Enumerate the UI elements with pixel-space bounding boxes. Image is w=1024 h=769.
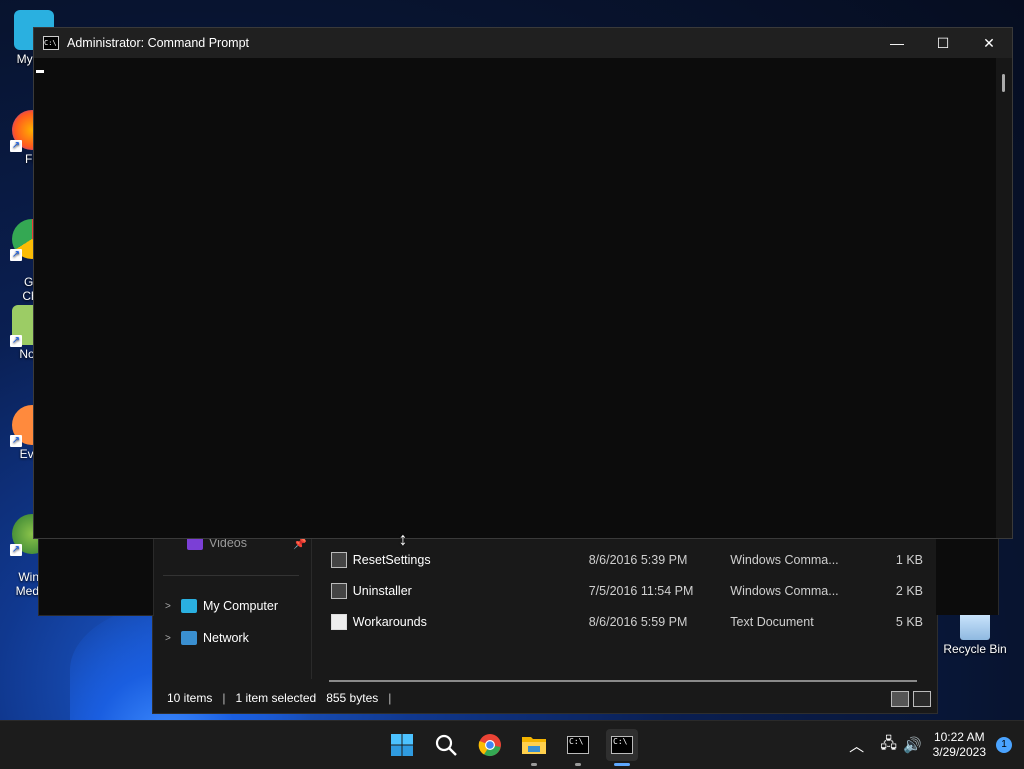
folder-icon	[522, 737, 546, 754]
system-tray: ︿ 🖧 🔊 10:22 AM 3/29/2023 1	[845, 721, 1024, 769]
running-indicator	[531, 763, 537, 766]
chevron-up-icon[interactable]: ︿	[845, 735, 869, 756]
file-type: Text Document	[730, 615, 814, 629]
chrome-icon	[478, 734, 501, 757]
window-controls: — ☐ ✕	[874, 28, 1012, 58]
console-window-ghost	[38, 537, 154, 616]
desktop-icon-recycle-bin[interactable]: Recycle Bin	[940, 612, 1010, 656]
network-status-icon[interactable]: 🖧	[877, 733, 901, 758]
chevron-right-icon[interactable]: >	[165, 633, 181, 644]
shortcut-arrow-icon: ↗	[10, 435, 22, 447]
search-button[interactable]	[430, 729, 462, 761]
window-title: Administrator: Command Prompt	[67, 36, 250, 50]
command-prompt-icon: C:\	[567, 736, 589, 754]
taskbar-file-explorer[interactable]	[518, 729, 550, 766]
file-date: 8/6/2016 5:59 PM	[588, 615, 688, 629]
notification-badge[interactable]: 1	[996, 737, 1012, 753]
nav-divider	[163, 575, 299, 576]
status-separator: |	[388, 691, 392, 705]
command-prompt-icon: C:\	[611, 736, 633, 754]
active-indicator	[614, 763, 630, 766]
file-explorer-window: Videos 📌 > My Computer > Network ResetSe…	[152, 520, 938, 714]
file-row[interactable]: ResetSettings 8/6/2016 5:39 PM Windows C…	[323, 549, 923, 571]
shortcut-arrow-icon: ↗	[10, 544, 22, 556]
shortcut-arrow-icon: ↗	[10, 335, 22, 347]
taskbar-command-prompt[interactable]: C:\	[562, 729, 594, 766]
file-row[interactable]: Workarounds 8/6/2016 5:59 PM Text Docume…	[323, 611, 923, 633]
file-size: 5 KB	[895, 615, 923, 629]
status-bar: 10 items | 1 item selected 855 bytes |	[167, 691, 391, 705]
network-icon	[181, 631, 197, 645]
status-separator: |	[222, 691, 226, 705]
resize-vertical-cursor-icon: ↕	[398, 529, 408, 549]
start-button[interactable]	[386, 729, 418, 761]
console-output[interactable]	[34, 58, 996, 538]
file-name: Uninstaller	[352, 584, 412, 598]
clock-time: 10:22 AM	[933, 730, 985, 744]
file-date: 8/6/2016 5:39 PM	[588, 553, 688, 567]
clock-date: 3/29/2023	[932, 745, 986, 759]
batch-file-icon	[331, 552, 347, 568]
command-prompt-window[interactable]: C:\ Administrator: Command Prompt — ☐ ✕	[33, 27, 1013, 539]
file-size: 2 KB	[895, 584, 923, 598]
clock[interactable]: 10:22 AM 3/29/2023	[933, 730, 986, 760]
details-view-button[interactable]	[891, 691, 909, 707]
batch-file-icon	[331, 583, 347, 599]
shortcut-arrow-icon: ↗	[10, 140, 22, 152]
large-icons-view-button[interactable]	[913, 691, 931, 707]
file-name: Workarounds	[352, 615, 427, 629]
close-button[interactable]: ✕	[966, 28, 1012, 58]
file-name: ResetSettings	[352, 553, 431, 567]
navigation-pane: Videos 📌 > My Computer > Network	[153, 521, 312, 679]
close-icon: ✕	[983, 34, 995, 51]
taskbar: C:\ C:\ ︿ 🖧 🔊 10:22 AM 3/29/2023 1	[0, 720, 1024, 769]
volume-icon[interactable]: 🔊	[901, 736, 925, 754]
nav-item-label: Network	[203, 631, 249, 645]
nav-item-label: My Computer	[203, 599, 279, 613]
shortcut-arrow-icon: ↗	[10, 249, 22, 261]
search-icon	[435, 734, 457, 756]
vertical-scrollbar[interactable]	[996, 58, 1012, 538]
taskbar-command-prompt-active[interactable]: C:\	[606, 729, 638, 766]
monitor-icon	[181, 599, 197, 613]
file-row[interactable]: Uninstaller 7/5/2016 11:54 PM Windows Co…	[323, 580, 923, 602]
file-type: Windows Comma...	[730, 584, 839, 598]
horizontal-scrollbar[interactable]	[329, 680, 917, 682]
selection-size: 855 bytes	[326, 691, 379, 705]
file-date: 7/5/2016 11:54 PM	[588, 584, 694, 598]
taskbar-chrome[interactable]	[474, 729, 506, 761]
nav-item-network[interactable]: > Network	[165, 627, 249, 649]
minimize-button[interactable]: —	[874, 28, 920, 58]
title-bar[interactable]: C:\ Administrator: Command Prompt — ☐ ✕	[34, 28, 1012, 58]
desktop-icon-label: Recycle Bin	[943, 642, 1007, 656]
console-window-ghost	[936, 537, 999, 615]
running-indicator	[575, 763, 581, 766]
maximize-button[interactable]: ☐	[920, 28, 966, 58]
file-size: 1 KB	[895, 553, 923, 567]
chevron-right-icon[interactable]: >	[165, 601, 181, 612]
windows-logo-icon	[391, 734, 413, 756]
nav-item-my-computer[interactable]: > My Computer	[165, 595, 278, 617]
recycle-bin-icon	[960, 612, 990, 640]
text-cursor	[36, 70, 44, 73]
text-document-icon	[331, 614, 347, 630]
item-count: 10 items	[167, 691, 213, 705]
view-toggle	[891, 691, 931, 707]
command-prompt-icon: C:\	[43, 36, 59, 50]
maximize-icon: ☐	[936, 34, 950, 51]
file-type: Windows Comma...	[730, 553, 839, 567]
scrollbar-thumb[interactable]	[1002, 74, 1005, 92]
minimize-icon: —	[890, 35, 904, 51]
selection-count: 1 item selected	[235, 691, 317, 705]
